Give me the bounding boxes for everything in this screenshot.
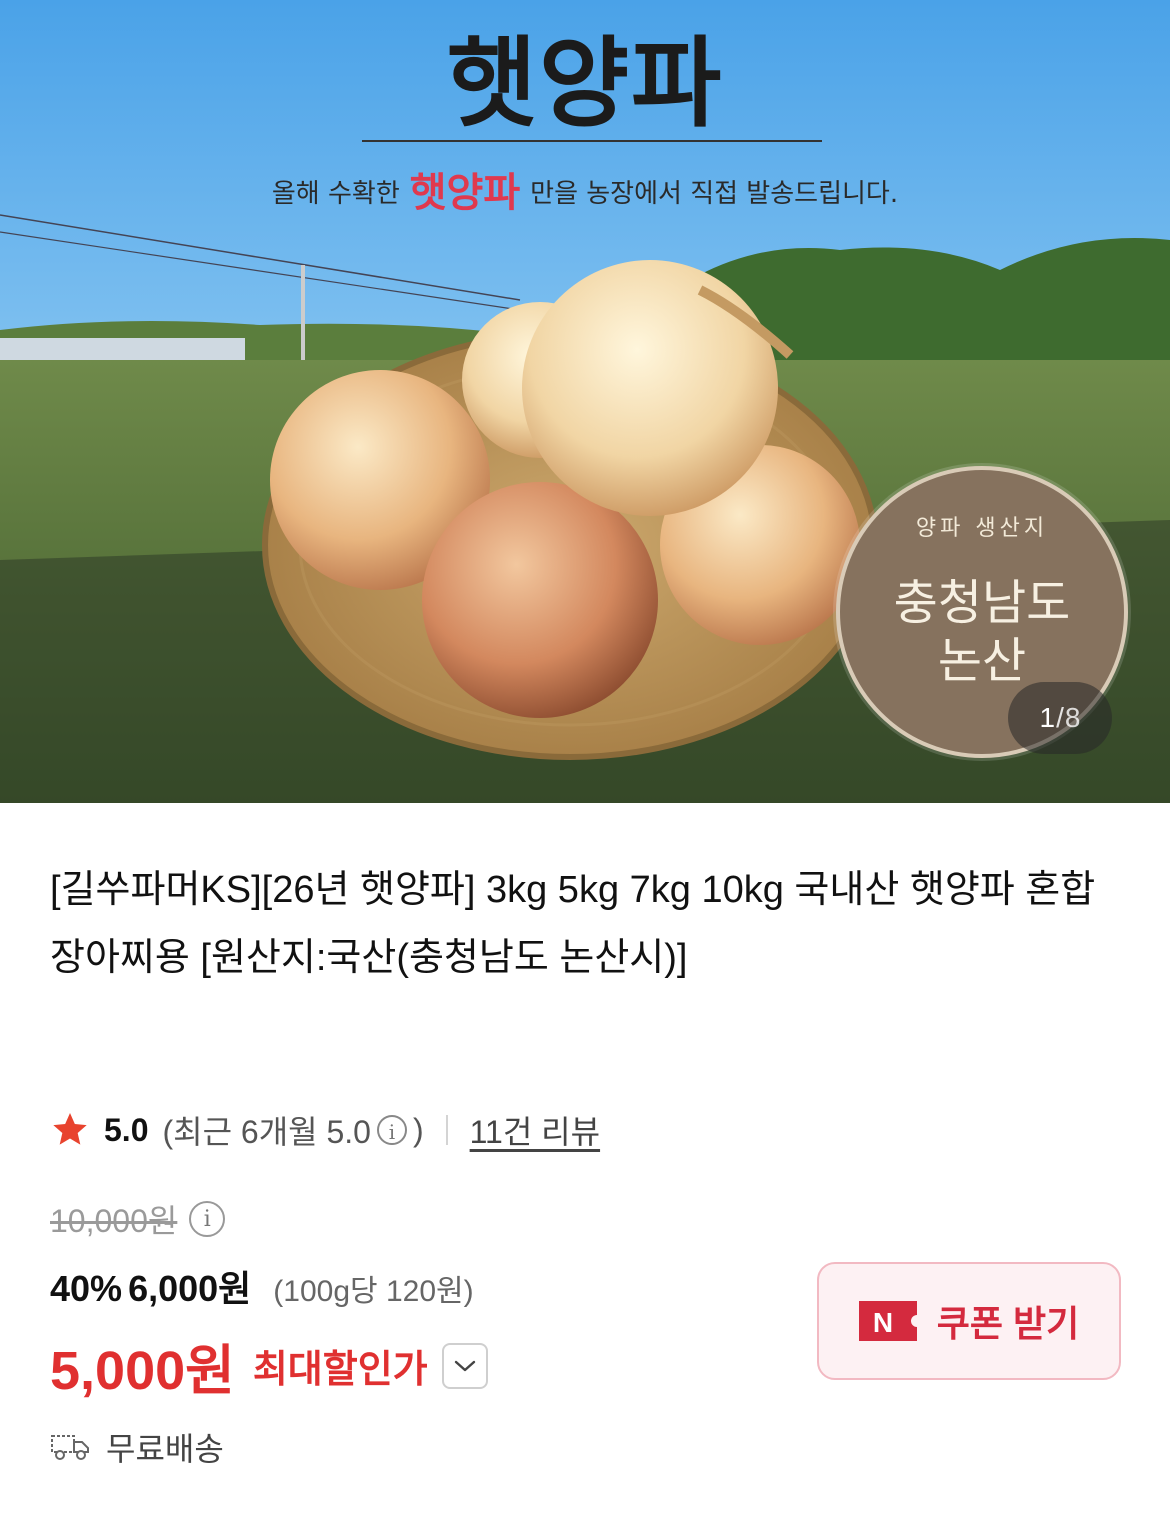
- origin-badge-region: 충청남도 논산: [840, 574, 1124, 690]
- sale-price: 6,000원: [128, 1268, 252, 1309]
- image-counter-current: 1: [1039, 702, 1056, 733]
- hero-subtitle: 올해 수확한 햇양파 만을 농장에서 직접 발송드립니다.: [0, 160, 1170, 218]
- hero-subtitle-before: 올해 수확한: [271, 179, 400, 209]
- rating-recent-close: ): [412, 1111, 424, 1148]
- image-counter: 1/8: [1008, 682, 1112, 754]
- original-price-row: 10,000원 i: [50, 1196, 231, 1242]
- reviews-link[interactable]: 11건 리뷰: [470, 1107, 600, 1153]
- star-icon: [53, 1113, 87, 1145]
- rating-divider: [445, 1115, 448, 1145]
- origin-badge-line2: 논산: [937, 633, 1027, 689]
- max-discount-row: 5,000원 최대할인가: [50, 1326, 488, 1405]
- image-counter-separator: /: [1056, 702, 1064, 733]
- hero-title: 햇양파: [446, 27, 724, 141]
- product-image-carousel[interactable]: 햇양파 올해 수확한 햇양파 만을 농장에서 직접 발송드립니다. 양파 생산지 충…: [0, 0, 1170, 803]
- shipping-row: 무료배송: [50, 1424, 224, 1470]
- discount-rate: 40%: [50, 1268, 123, 1309]
- rating-row: 5.0 (최근 6개월 5.0 i ) 11건 리뷰: [50, 1106, 600, 1154]
- max-discount-label: 최대할인가: [252, 1349, 428, 1391]
- unit-price: (100g당 120원): [273, 1275, 474, 1308]
- rating-score: 5.0: [104, 1111, 149, 1148]
- expand-discount-button[interactable]: [441, 1342, 488, 1389]
- naver-coupon-icon: N: [858, 1301, 917, 1341]
- truck-icon: [51, 1435, 89, 1460]
- rating-recent-label: (최근 6개월 5.0: [162, 1114, 371, 1150]
- coupon-label: 쿠폰 받기: [936, 1303, 1080, 1344]
- product-title: [길쑤파머KS][26년 햇양파] 3kg 5kg 7kg 10kg 국내산 햇…: [50, 869, 1096, 979]
- original-price: 10,000원: [50, 1203, 178, 1239]
- hero-subtitle-after: 만을 농장에서 직접 발송드립니다.: [530, 179, 899, 209]
- shipping-label: 무료배송: [106, 1431, 224, 1467]
- image-counter-total: 8: [1064, 702, 1081, 733]
- origin-badge-line1: 충청남도: [893, 575, 1071, 631]
- hero-subtitle-highlight: 햇양파: [409, 170, 521, 216]
- rating-recent: (최근 6개월 5.0 i ): [162, 1107, 423, 1153]
- sale-price-row: 40% 6,000원 (100g당 120원): [50, 1260, 474, 1312]
- price-info-icon[interactable]: i: [189, 1201, 226, 1237]
- max-discount-price: 5,000원: [50, 1341, 235, 1401]
- origin-badge-subtitle: 양파 생산지: [915, 516, 1049, 541]
- chevron-down-icon: [454, 1360, 475, 1371]
- hero-divider: [362, 140, 822, 142]
- coupon-button[interactable]: N 쿠폰 받기: [817, 1262, 1121, 1380]
- naver-coupon-letter: N: [873, 1307, 893, 1338]
- info-icon[interactable]: i: [376, 1115, 407, 1145]
